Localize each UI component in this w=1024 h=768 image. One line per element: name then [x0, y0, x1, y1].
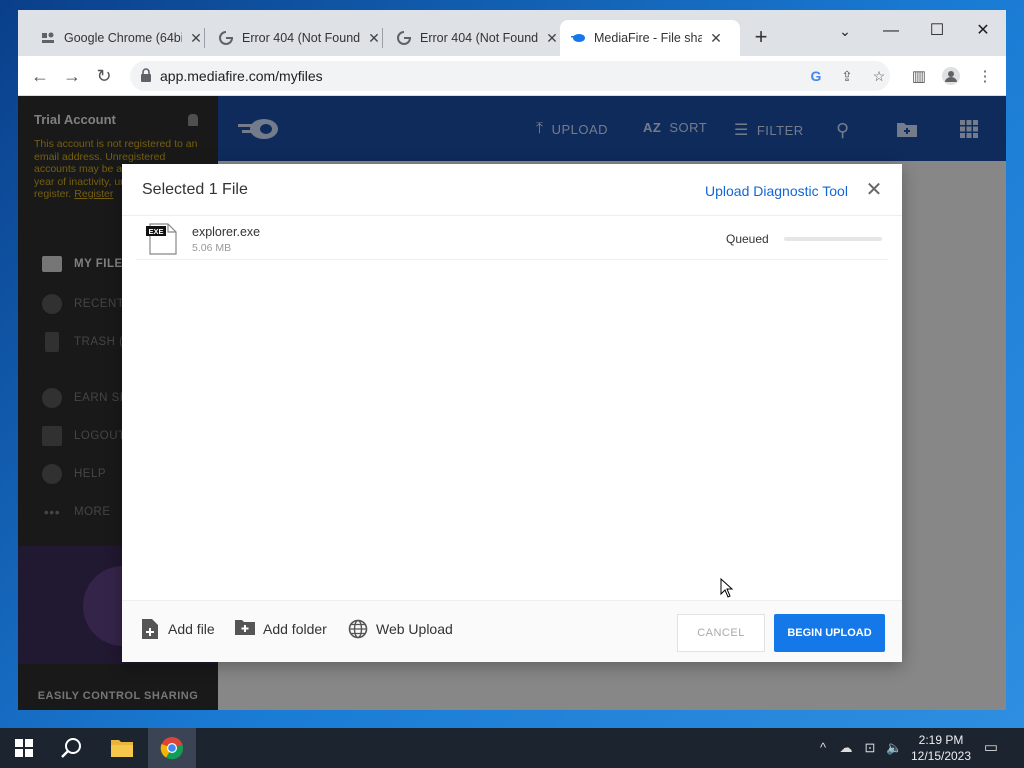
- file-name: explorer.exe: [192, 225, 261, 239]
- volume-muted-icon[interactable]: 🔈: [886, 740, 902, 756]
- onedrive-icon[interactable]: ☁: [838, 740, 854, 756]
- tab-mediafire[interactable]: MediaFire - File sharing ✕: [560, 20, 740, 56]
- web-upload-label: Web Upload: [376, 621, 453, 637]
- reload-icon[interactable]: ↻: [90, 62, 118, 90]
- file-size: 5.06 MB: [192, 242, 232, 254]
- browser-toolbar: ← → ↻ app.mediafire.com/myfiles G ⇪ ☆ ▥ …: [18, 56, 1006, 96]
- back-icon[interactable]: ←: [26, 62, 54, 90]
- address-bar[interactable]: app.mediafire.com/myfiles G ⇪ ☆: [130, 61, 890, 91]
- upload-dialog: Selected 1 File Upload Diagnostic Tool ✕…: [122, 164, 902, 662]
- add-folder-label: Add folder: [263, 621, 327, 637]
- minimize-icon[interactable]: —: [868, 16, 914, 46]
- tab-search-icon[interactable]: ⌄: [822, 16, 868, 46]
- mediafire-favicon-icon: [570, 30, 586, 46]
- svg-text:EXE: EXE: [148, 227, 163, 236]
- tab-google-chrome[interactable]: Google Chrome (64bit) ✕: [30, 20, 214, 56]
- search-taskbar-button[interactable]: [48, 728, 96, 768]
- google-favicon-icon: [218, 30, 234, 46]
- add-file-icon: [142, 619, 160, 639]
- start-button[interactable]: [0, 728, 48, 768]
- dialog-close-icon[interactable]: ✕: [864, 180, 884, 200]
- lock-icon: [140, 68, 154, 84]
- dialog-header: Selected 1 File Upload Diagnostic Tool ✕: [122, 164, 902, 216]
- tab-close-icon[interactable]: ✕: [544, 30, 560, 47]
- tab-title: Error 404 (Not Found): [242, 31, 360, 45]
- browser-window: Google Chrome (64bit) ✕ Error 404 (Not F…: [18, 10, 1006, 710]
- file-status: Queued: [726, 232, 769, 246]
- system-clock[interactable]: 2:19 PM 12/15/2023: [905, 732, 977, 764]
- file-explorer-button[interactable]: [98, 728, 146, 768]
- folder-icon: [111, 740, 133, 757]
- add-file-button[interactable]: Add file: [142, 619, 215, 639]
- tab-close-icon[interactable]: ✕: [708, 30, 724, 47]
- chrome-taskbar-button[interactable]: [148, 728, 196, 768]
- begin-upload-button[interactable]: BEGIN UPLOAD: [774, 614, 885, 652]
- windows-logo-icon: [15, 739, 33, 757]
- exe-file-icon: EXE: [146, 222, 180, 256]
- chrome-menu-icon[interactable]: ⋮: [974, 66, 996, 88]
- tab-error-404-a[interactable]: Error 404 (Not Found) ✕: [208, 20, 392, 56]
- add-folder-icon: [235, 619, 255, 639]
- mediafire-page: Trial Account This account is not regist…: [18, 96, 1006, 710]
- window-close-icon[interactable]: ✕: [960, 16, 1006, 46]
- add-file-label: Add file: [168, 621, 215, 637]
- tab-title: Google Chrome (64bit): [64, 31, 182, 45]
- maximize-icon[interactable]: ☐: [914, 16, 960, 46]
- tab-close-icon[interactable]: ✕: [188, 30, 204, 47]
- profile-avatar-icon[interactable]: [940, 66, 962, 88]
- add-folder-button[interactable]: Add folder: [235, 619, 327, 639]
- share-icon[interactable]: ⇪: [836, 65, 858, 87]
- clock-time: 2:19 PM: [918, 733, 964, 747]
- new-tab-button[interactable]: +: [748, 24, 774, 50]
- tab-strip: Google Chrome (64bit) ✕ Error 404 (Not F…: [18, 10, 1006, 56]
- notifications-icon[interactable]: ▭: [983, 740, 999, 756]
- tab-title: Error 404 (Not Found): [420, 31, 538, 45]
- show-hidden-icons-icon[interactable]: ^: [815, 740, 831, 756]
- dialog-footer: Add file Add folder Web Upload CANCEL BE…: [122, 600, 902, 662]
- tab-title: MediaFire - File sharing: [594, 31, 702, 45]
- url-text: app.mediafire.com/myfiles: [160, 68, 323, 84]
- upload-progress-bar: [784, 237, 882, 241]
- file-row: EXE explorer.exe 5.06 MB Queued: [136, 218, 888, 260]
- upload-diagnostic-link[interactable]: Upload Diagnostic Tool: [705, 183, 848, 199]
- tab-close-icon[interactable]: ✕: [366, 30, 382, 47]
- chrome-favicon-icon: [40, 30, 56, 46]
- clock-date: 12/15/2023: [910, 749, 972, 763]
- google-favicon-icon: [396, 30, 412, 46]
- network-icon[interactable]: ⊡: [862, 740, 878, 756]
- globe-icon: [348, 619, 368, 639]
- tab-error-404-b[interactable]: Error 404 (Not Found) ✕: [386, 20, 570, 56]
- taskbar: ^ ☁ ⊡ 🔈 2:19 PM 12/15/2023 ▭: [0, 728, 1024, 768]
- dialog-title: Selected 1 File: [142, 181, 248, 198]
- google-lens-icon[interactable]: G: [805, 65, 827, 87]
- tab-separator: [204, 28, 205, 48]
- mouse-cursor-icon: [720, 577, 734, 598]
- cancel-button[interactable]: CANCEL: [677, 614, 765, 652]
- web-upload-button[interactable]: Web Upload: [348, 619, 453, 639]
- side-panel-icon[interactable]: ▥: [908, 66, 930, 88]
- search-icon: [61, 738, 81, 758]
- forward-icon[interactable]: →: [58, 62, 86, 90]
- tab-separator: [382, 28, 383, 48]
- chrome-icon: [160, 737, 184, 760]
- bookmark-star-icon[interactable]: ☆: [868, 65, 890, 87]
